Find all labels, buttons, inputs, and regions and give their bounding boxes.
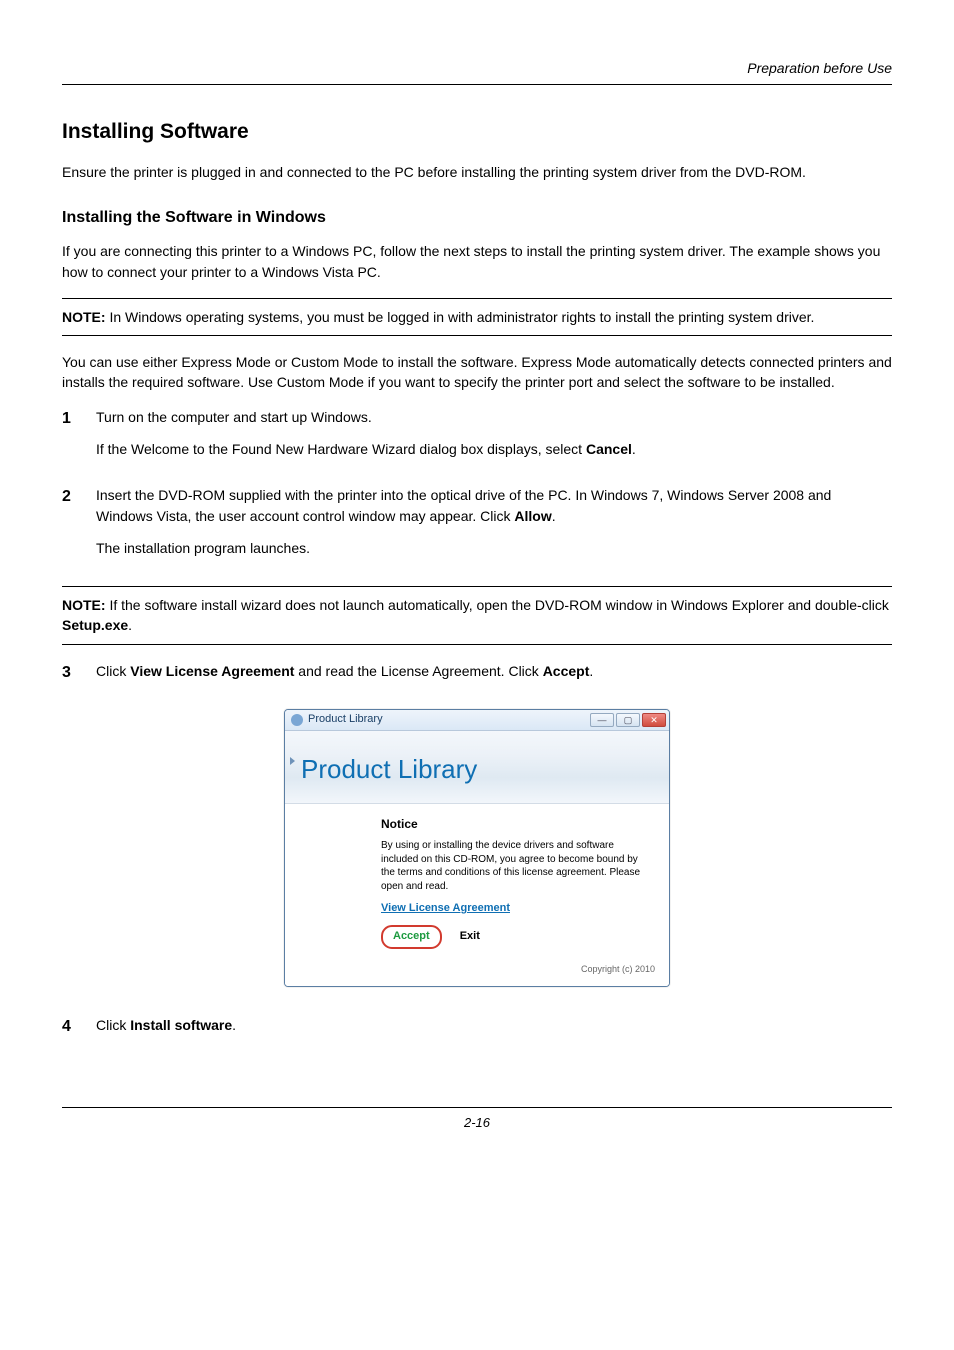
note-label: NOTE: <box>62 597 106 613</box>
step-number: 2 <box>62 485 78 570</box>
maximize-button[interactable]: ▢ <box>616 713 640 727</box>
step-1: 1 Turn on the computer and start up Wind… <box>62 407 892 472</box>
installer-window: Product Library — ▢ ✕ Product Library No… <box>284 709 670 987</box>
step-number: 3 <box>62 661 78 693</box>
step-2: 2 Insert the DVD-ROM supplied with the p… <box>62 485 892 570</box>
window-title: Product Library <box>308 712 383 728</box>
step-text: Click View License Agreement and read th… <box>96 661 892 681</box>
note-block-2: NOTE: If the software install wizard doe… <box>62 586 892 645</box>
banner-title: Product Library <box>301 751 653 789</box>
step-text: Turn on the computer and start up Window… <box>96 407 892 427</box>
step-text: Click Install software. <box>96 1015 892 1035</box>
step-number: 4 <box>62 1015 78 1047</box>
window-titlebar: Product Library — ▢ ✕ <box>285 710 669 731</box>
step-text: If the Welcome to the Found New Hardware… <box>96 439 892 459</box>
modes-paragraph: You can use either Express Mode or Custo… <box>62 352 892 393</box>
notice-heading: Notice <box>381 816 653 833</box>
step-text: Insert the DVD-ROM supplied with the pri… <box>96 485 892 526</box>
note-label: NOTE: <box>62 309 106 325</box>
section-heading: Installing the Software in Windows <box>62 206 892 229</box>
step-4: 4 Click Install software. <box>62 1015 892 1047</box>
note-text: If the software install wizard does not … <box>106 597 889 613</box>
note-block-1: NOTE: In Windows operating systems, you … <box>62 298 892 336</box>
banner-triangle-icon <box>290 757 295 765</box>
window-banner: Product Library <box>285 731 669 804</box>
page-number: 2-16 <box>62 1107 892 1133</box>
app-icon <box>291 714 303 726</box>
running-header: Preparation before Use <box>62 58 892 85</box>
step-text: The installation program launches. <box>96 538 892 558</box>
step-number: 1 <box>62 407 78 472</box>
note-text: . <box>128 617 132 633</box>
note-text-bold: Setup.exe <box>62 617 128 633</box>
accept-button[interactable]: Accept <box>381 925 442 949</box>
exit-button[interactable]: Exit <box>460 929 480 945</box>
notice-body: By using or installing the device driver… <box>381 839 653 893</box>
copyright-text: Copyright (c) 2010 <box>285 957 669 986</box>
note-text: In Windows operating systems, you must b… <box>106 309 815 325</box>
view-license-link[interactable]: View License Agreement <box>381 901 510 917</box>
intro-paragraph: Ensure the printer is plugged in and con… <box>62 162 892 182</box>
minimize-button[interactable]: — <box>590 713 614 727</box>
step-3: 3 Click View License Agreement and read … <box>62 661 892 693</box>
close-button[interactable]: ✕ <box>642 713 666 727</box>
page-title: Installing Software <box>62 117 892 147</box>
section-intro: If you are connecting this printer to a … <box>62 241 892 282</box>
